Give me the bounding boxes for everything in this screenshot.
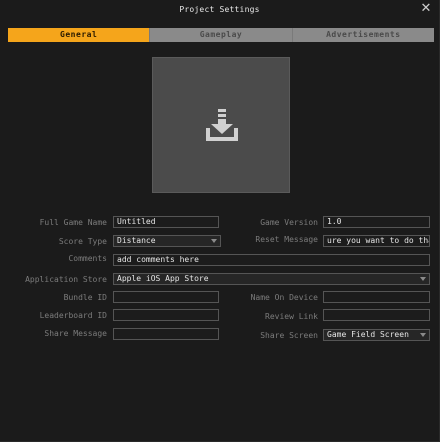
application-store-label: Application Store <box>25 275 107 284</box>
score-type-select[interactable]: Distance <box>113 235 221 247</box>
application-store-value: Apple iOS App Store <box>117 274 209 283</box>
project-settings-window: Project Settings ✕ General Gameplay Adve… <box>0 0 440 442</box>
close-icon[interactable]: ✕ <box>419 2 433 16</box>
tab-gameplay[interactable]: Gameplay <box>149 28 291 42</box>
share-screen-label: Share Screen <box>260 331 318 340</box>
leaderboard-id-field[interactable] <box>113 309 219 321</box>
share-message-label: Share Message <box>44 329 107 338</box>
name-on-device-label: Name On Device <box>250 293 318 302</box>
share-message-field[interactable] <box>113 328 219 340</box>
game-version-label: Game Version <box>260 218 318 227</box>
chevron-down-icon <box>420 333 426 337</box>
share-screen-select[interactable]: Game Field Screen <box>323 329 430 341</box>
window-title: Project Settings <box>179 5 260 14</box>
download-icon <box>206 109 238 141</box>
chevron-down-icon <box>211 239 217 243</box>
tab-bar: General Gameplay Advertisements <box>8 28 434 42</box>
full-game-name-field[interactable]: Untitled <box>113 216 219 228</box>
bundle-id-field[interactable] <box>113 291 219 303</box>
tab-advertisements[interactable]: Advertisements <box>291 28 434 42</box>
share-screen-value: Game Field Screen <box>327 330 409 339</box>
reset-message-field[interactable]: ure you want to do that? <box>323 235 430 247</box>
leaderboard-id-label: Leaderboard ID <box>39 311 107 320</box>
app-icon-dropzone[interactable] <box>152 57 290 193</box>
comments-label: Comments <box>68 254 107 263</box>
review-link-label: Review Link <box>265 312 318 321</box>
review-link-field[interactable] <box>323 309 430 321</box>
score-type-label: Score Type <box>58 237 107 246</box>
application-store-select[interactable]: Apple iOS App Store <box>113 273 430 285</box>
comments-field[interactable]: add comments here <box>113 254 430 266</box>
full-game-name-label: Full Game Name <box>39 218 107 227</box>
score-type-value: Distance <box>117 236 156 245</box>
tab-general[interactable]: General <box>8 28 150 42</box>
reset-message-label: Reset Message <box>255 235 318 244</box>
chevron-down-icon <box>420 277 426 281</box>
game-version-field[interactable]: 1.0 <box>323 216 430 228</box>
name-on-device-field[interactable] <box>323 291 430 303</box>
bundle-id-label: Bundle ID <box>63 293 107 302</box>
